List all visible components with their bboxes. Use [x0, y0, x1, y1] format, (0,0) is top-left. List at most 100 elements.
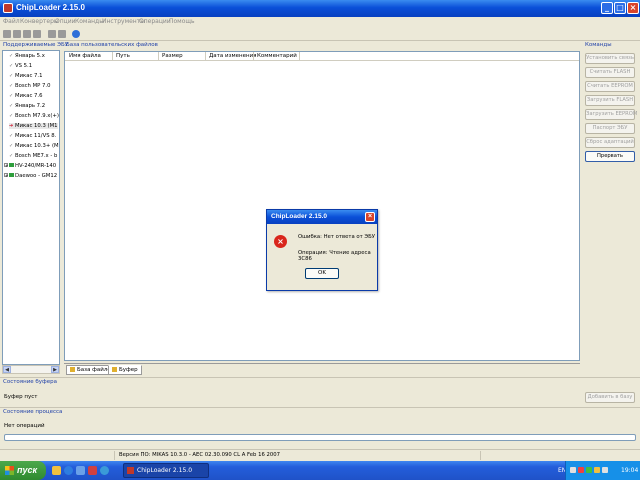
check-icon: ✓: [9, 53, 14, 59]
tray-icon[interactable]: [586, 467, 592, 473]
volume-icon[interactable]: [602, 467, 608, 473]
check-icon: ✓: [9, 113, 14, 119]
tree-item[interactable]: ✓ Bosch ME7.x - b: [9, 153, 57, 159]
app-icon: [3, 3, 13, 13]
command-button[interactable]: Загрузить EEPROM: [585, 109, 637, 120]
menu-help[interactable]: Помощь: [169, 18, 195, 25]
tree-item[interactable]: ✓ Январь 5.x: [9, 53, 45, 59]
tree-item[interactable]: ✓ Bosch M7.9.x(+): [9, 113, 59, 119]
maximize-button[interactable]: □: [614, 2, 626, 14]
tree-item[interactable]: ✓ VS 5.1: [9, 63, 32, 69]
start-button[interactable]: пуск: [0, 461, 46, 480]
check-icon: ✓: [9, 103, 14, 109]
tree-item-label: Микас 7.6: [15, 93, 43, 99]
copy-icon[interactable]: [48, 30, 56, 38]
toolbar: [0, 28, 640, 41]
check-icon: ✓: [9, 93, 14, 99]
command-button[interactable]: Прервать: [585, 151, 635, 162]
col-date[interactable]: Дата изменения: [209, 53, 256, 59]
buffer-state-text: Буфер пуст: [4, 394, 38, 400]
tree-item[interactable]: + HV-240/MR-140: [4, 163, 56, 169]
save-icon[interactable]: [13, 30, 21, 38]
buffer-state-title: Состояние буфера: [3, 379, 58, 385]
command-button[interactable]: Паспорт ЭБУ: [585, 123, 635, 134]
check-icon: ✓: [9, 83, 14, 89]
tree-item[interactable]: ✓ Январь 7.2: [9, 103, 45, 109]
file-table[interactable]: Имя файла Путь Размер Дата изменения Ком…: [64, 51, 580, 361]
check-icon: ✓: [9, 153, 14, 159]
menu-options[interactable]: Опции: [55, 18, 76, 25]
dialog-close-button[interactable]: ×: [365, 212, 375, 222]
command-button[interactable]: Загрузить FLASH: [585, 95, 635, 106]
dialog-message: Ошибка: Нет ответа от ЭБУ: [298, 234, 375, 240]
app-quicklaunch-icon[interactable]: [88, 466, 97, 475]
tree-item-label: Bosch M7.9.x(+): [15, 113, 59, 119]
title-bar: ChipLoader 2.15.0 _ □ ×: [0, 0, 640, 17]
process-state-title: Состояние процесса: [3, 409, 63, 415]
check-icon: ✓: [9, 143, 14, 149]
taskbar: пуск ChipLoader 2.15.0 EN 19:04: [0, 461, 640, 480]
file-db-title: База пользовательских файлов: [66, 42, 158, 48]
expand-icon[interactable]: +: [4, 173, 8, 178]
taskbar-chiploader[interactable]: ChipLoader 2.15.0: [123, 463, 209, 478]
tree-item[interactable]: + Daewoo - GM12: [4, 173, 57, 179]
menu-bar: Файл Конвертеры Опции Команды Инструмент…: [0, 17, 640, 28]
paste-icon[interactable]: [58, 30, 66, 38]
tray-icon[interactable]: [570, 467, 576, 473]
tree-item[interactable]: ✓ Bosch MP 7.0: [9, 83, 50, 89]
tree-item[interactable]: ✓ Микас 10.3+ (M: [9, 143, 59, 149]
media-icon[interactable]: [76, 466, 85, 475]
error-icon: ×: [274, 235, 287, 248]
col-size[interactable]: Размер: [162, 53, 183, 59]
menu-converters[interactable]: Конвертеры: [20, 18, 59, 25]
tray-icon[interactable]: [594, 467, 600, 473]
help-icon[interactable]: [72, 30, 80, 38]
tree-item-label: Микас 10.3+ (M: [15, 143, 59, 149]
tree-horizontal-scrollbar[interactable]: ◀ ▶: [2, 365, 60, 374]
browser-icon[interactable]: [100, 466, 109, 475]
close-button[interactable]: ×: [627, 2, 639, 14]
tree-item-label: VS 5.1: [15, 63, 33, 69]
tree-item-label: Daewoo - GM12: [15, 173, 58, 179]
tree-item[interactable]: ✓ Микас 11/VS 8.: [9, 133, 56, 139]
windows-logo-icon: [5, 466, 14, 475]
command-button[interactable]: Считать FLASH: [585, 67, 635, 78]
command-button[interactable]: Установить связь: [585, 53, 635, 64]
tab-bar: База файлов Буфер: [64, 363, 580, 375]
scroll-right-icon[interactable]: ▶: [51, 366, 59, 373]
tree-item[interactable]: ✓ Микас 7.6: [9, 93, 42, 99]
menu-operations[interactable]: Операции: [139, 18, 171, 25]
error-dialog: ChipLoader 2.15.0 × × Ошибка: Нет ответа…: [266, 209, 378, 291]
col-filename[interactable]: Имя файла: [69, 53, 101, 59]
dialog-title: ChipLoader 2.15.0: [271, 213, 327, 220]
scroll-left-icon[interactable]: ◀: [3, 366, 11, 373]
check-icon: ✓: [9, 133, 14, 139]
cut-icon[interactable]: [33, 30, 41, 38]
tree-item-label: Bosch MP 7.0: [15, 83, 51, 89]
tab-buffer[interactable]: Буфер: [108, 365, 142, 375]
version-text: Версия ПО: MIKAS 10.3.0 - AEC 02.30.090 …: [119, 452, 281, 458]
add-to-db-button[interactable]: Добавить в базу: [585, 392, 635, 403]
expand-icon[interactable]: +: [4, 163, 8, 168]
tree-item[interactable]: ✓ Микас 7.1: [9, 73, 42, 79]
tree-item-label: Январь 7.2: [15, 103, 46, 109]
buffer-icon: [112, 367, 117, 372]
explorer-icon[interactable]: [52, 466, 61, 475]
menu-file[interactable]: Файл: [3, 18, 20, 25]
ok-button[interactable]: OK: [305, 268, 339, 279]
minimize-button[interactable]: _: [601, 2, 613, 14]
col-comment[interactable]: Комментарий: [257, 53, 297, 59]
undo-icon[interactable]: [23, 30, 31, 38]
ie-icon[interactable]: [64, 466, 73, 475]
connect-icon[interactable]: [3, 30, 11, 38]
database-icon: [70, 367, 75, 372]
tree-item[interactable]: ➔ Микас 10.3 (M1: [9, 123, 58, 129]
selected-arrow-icon: ➔: [9, 123, 14, 129]
check-icon: ✓: [9, 73, 14, 79]
tray-icon[interactable]: [578, 467, 584, 473]
window-title: ChipLoader 2.15.0: [16, 3, 85, 12]
col-path[interactable]: Путь: [116, 53, 130, 59]
command-button[interactable]: Сброс адаптаций: [585, 137, 635, 148]
command-button[interactable]: Считать EEPROM: [585, 81, 635, 92]
menu-commands[interactable]: Команды: [75, 18, 104, 25]
